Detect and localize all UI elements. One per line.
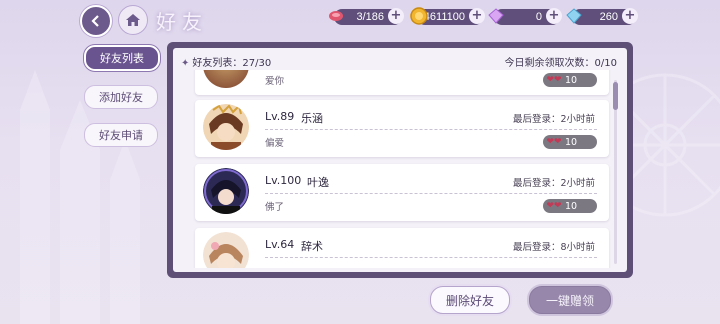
heart-gift-icon: ❤❤ (546, 137, 562, 147)
friend-list-panel: ✦ 好友列表：27/30 今日剩余领取次数：0/10 爱你 ❤❤ 10 Lv.8… (167, 42, 633, 278)
sparkle-icon: ✦ (181, 58, 190, 69)
coin-icon (410, 7, 428, 25)
friend-card[interactable]: Lv.89 乐涵 最后登录：2小时前 偏爱 ❤❤ 10 (195, 100, 609, 157)
friend-last-login: 最后登录：2小时前 (512, 114, 595, 125)
friend-motto: 佛了 (265, 202, 285, 213)
add-gold-button[interactable]: + (469, 8, 485, 24)
friend-last-login: 最后登录：2小时前 (512, 178, 595, 189)
friend-list-panel-inner: ✦ 好友列表：27/30 今日剩余领取次数：0/10 爱你 ❤❤ 10 Lv.8… (173, 48, 627, 272)
candy-icon (329, 11, 343, 21)
castle-background-icon (20, 70, 140, 324)
back-arrow-icon (91, 15, 99, 27)
tab-friend-requests[interactable]: 好友申请 (84, 123, 158, 147)
avatar-portrait-icon (203, 232, 249, 268)
heart-gift-icon: ❤❤ (546, 201, 562, 211)
friend-name: 辞术 (301, 240, 323, 253)
resource-blue-diamond: 260 + (566, 8, 638, 25)
scrollbar-thumb[interactable] (613, 82, 618, 110)
friend-level: Lv.89 (265, 110, 295, 123)
friend-motto: 偏爱 (265, 138, 285, 149)
gift-button[interactable]: ❤❤ 10 (543, 199, 597, 213)
friend-list[interactable]: 爱你 ❤❤ 10 Lv.89 乐涵 最后登录：2小时前 偏爱 ❤❤ 10 Lv.… (189, 70, 611, 268)
friend-level: Lv.64 (265, 238, 295, 251)
heart-gift-icon: ❤❤ (546, 75, 562, 85)
claim-all-button[interactable]: 一键赠领 (529, 286, 611, 314)
friend-avatar (203, 104, 249, 150)
pink-diamond-icon (488, 8, 504, 24)
home-icon (126, 14, 140, 26)
remaining-claims-label: 今日剩余领取次数：0/10 (504, 58, 617, 69)
back-button[interactable] (80, 5, 112, 37)
add-stamina-button[interactable]: + (388, 8, 404, 24)
add-blue-diamond-button[interactable]: + (622, 8, 638, 24)
divider (265, 257, 597, 258)
resource-pink-diamond: 0 + (488, 8, 562, 25)
page-title: 好友 (156, 10, 208, 34)
friend-avatar (203, 232, 249, 268)
tab-add-friend[interactable]: 添加好友 (84, 85, 158, 109)
divider (265, 193, 597, 194)
blue-diamond-icon (566, 8, 582, 24)
gift-button[interactable]: ❤❤ 10 (543, 135, 597, 149)
tab-friend-list[interactable]: 好友列表 (84, 45, 160, 71)
divider (265, 129, 597, 130)
friend-avatar (203, 168, 249, 214)
friend-motto: 爱你 (265, 76, 285, 87)
friend-last-login: 最后登录：8小时前 (512, 242, 595, 253)
resource-gold: 4611100 + (410, 7, 485, 25)
avatar-portrait-icon (203, 104, 249, 150)
friend-level: Lv.100 (265, 174, 302, 187)
friend-name: 乐涵 (301, 112, 323, 125)
list-header: ✦ 好友列表：27/30 今日剩余领取次数：0/10 (181, 54, 617, 69)
friend-avatar (203, 70, 249, 88)
add-pink-diamond-button[interactable]: + (546, 8, 562, 24)
home-button[interactable] (118, 5, 148, 35)
delete-friend-button[interactable]: 删除好友 (430, 286, 510, 314)
friend-card[interactable]: Lv.100 叶逸 最后登录：2小时前 佛了 ❤❤ 10 (195, 164, 609, 221)
friend-card[interactable]: 爱你 ❤❤ 10 (195, 70, 609, 95)
friend-name: 叶逸 (307, 176, 329, 189)
friend-card[interactable]: Lv.64 辞术 最后登录：8小时前 (195, 228, 609, 268)
resource-stamina: 3/186 + (329, 8, 404, 25)
avatar-portrait-icon (203, 168, 249, 214)
list-count-label: ✦ 好友列表：27/30 (181, 58, 272, 69)
gift-button[interactable]: ❤❤ 10 (543, 73, 597, 87)
